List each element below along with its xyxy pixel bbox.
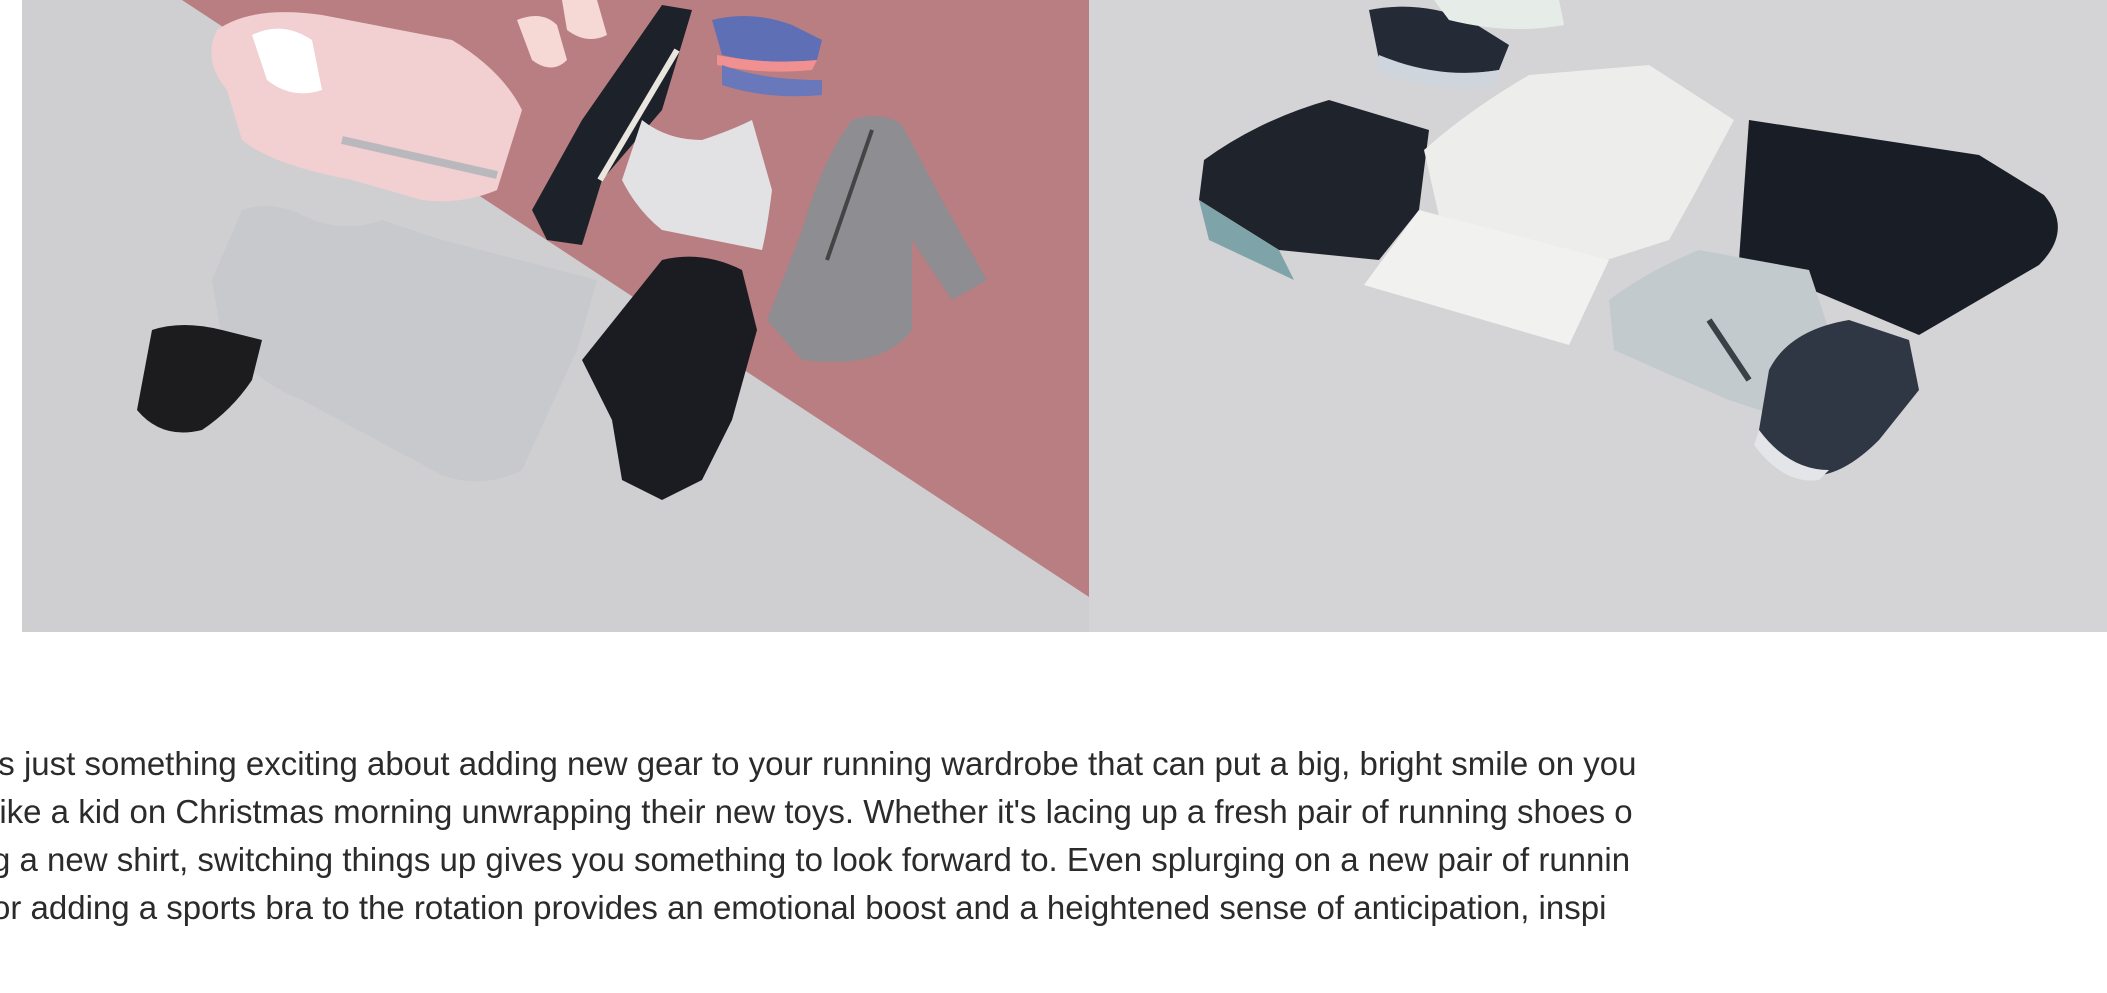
article-line: like a kid on Christmas morning unwrappi… <box>0 793 1633 830</box>
hero-image <box>22 0 2107 632</box>
flatlay-left-illustration <box>137 0 1089 597</box>
article-line: 's just something exciting about adding … <box>0 745 1637 782</box>
tank-top-icon <box>212 206 597 482</box>
visor-icon <box>137 325 262 433</box>
gear-flatlay-left <box>22 0 1089 632</box>
gear-flatlay-right <box>1089 0 2107 632</box>
article-paragraph: 's just something exciting about adding … <box>0 740 2107 932</box>
article-line: g a new shirt, switching things up gives… <box>0 841 1631 878</box>
tights-icon <box>582 256 757 500</box>
flatlay-right-illustration <box>1199 0 2058 481</box>
article-line: or adding a sports bra to the rotation p… <box>0 889 1607 926</box>
article-body: 's just something exciting about adding … <box>0 740 2107 993</box>
